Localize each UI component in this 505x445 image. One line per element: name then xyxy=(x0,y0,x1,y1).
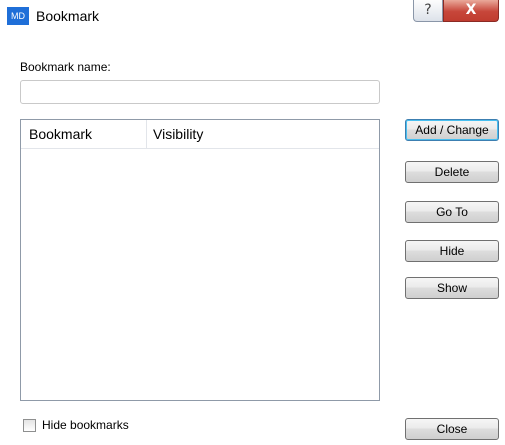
column-header-bookmark[interactable]: Bookmark xyxy=(21,120,147,148)
delete-button[interactable]: Delete xyxy=(405,161,499,183)
add-change-button[interactable]: Add / Change xyxy=(405,119,499,141)
app-icon: MD xyxy=(7,7,29,25)
help-button[interactable]: ? xyxy=(413,0,443,22)
go-to-button[interactable]: Go To xyxy=(405,201,499,223)
hide-bookmarks-label[interactable]: Hide bookmarks xyxy=(42,417,129,433)
window-title: Bookmark xyxy=(36,8,100,24)
close-button[interactable]: Close xyxy=(405,418,499,440)
help-icon: ? xyxy=(424,2,432,18)
column-header-visibility[interactable]: Visibility xyxy=(147,120,379,148)
window-close-button[interactable]: X xyxy=(443,0,499,22)
bookmark-list[interactable]: Bookmark Visibility xyxy=(20,119,380,401)
list-header: Bookmark Visibility xyxy=(21,120,379,149)
bookmark-name-input[interactable] xyxy=(20,80,380,104)
show-button[interactable]: Show xyxy=(405,277,499,299)
title-bar: MD Bookmark ? X xyxy=(0,0,505,36)
close-icon: X xyxy=(465,2,477,18)
bookmark-dialog: MD Bookmark ? X Bookmark name: Bookmark … xyxy=(0,0,505,445)
hide-bookmarks-checkbox[interactable] xyxy=(23,419,36,432)
hide-button[interactable]: Hide xyxy=(405,240,499,262)
bookmark-name-label: Bookmark name: xyxy=(20,60,111,74)
